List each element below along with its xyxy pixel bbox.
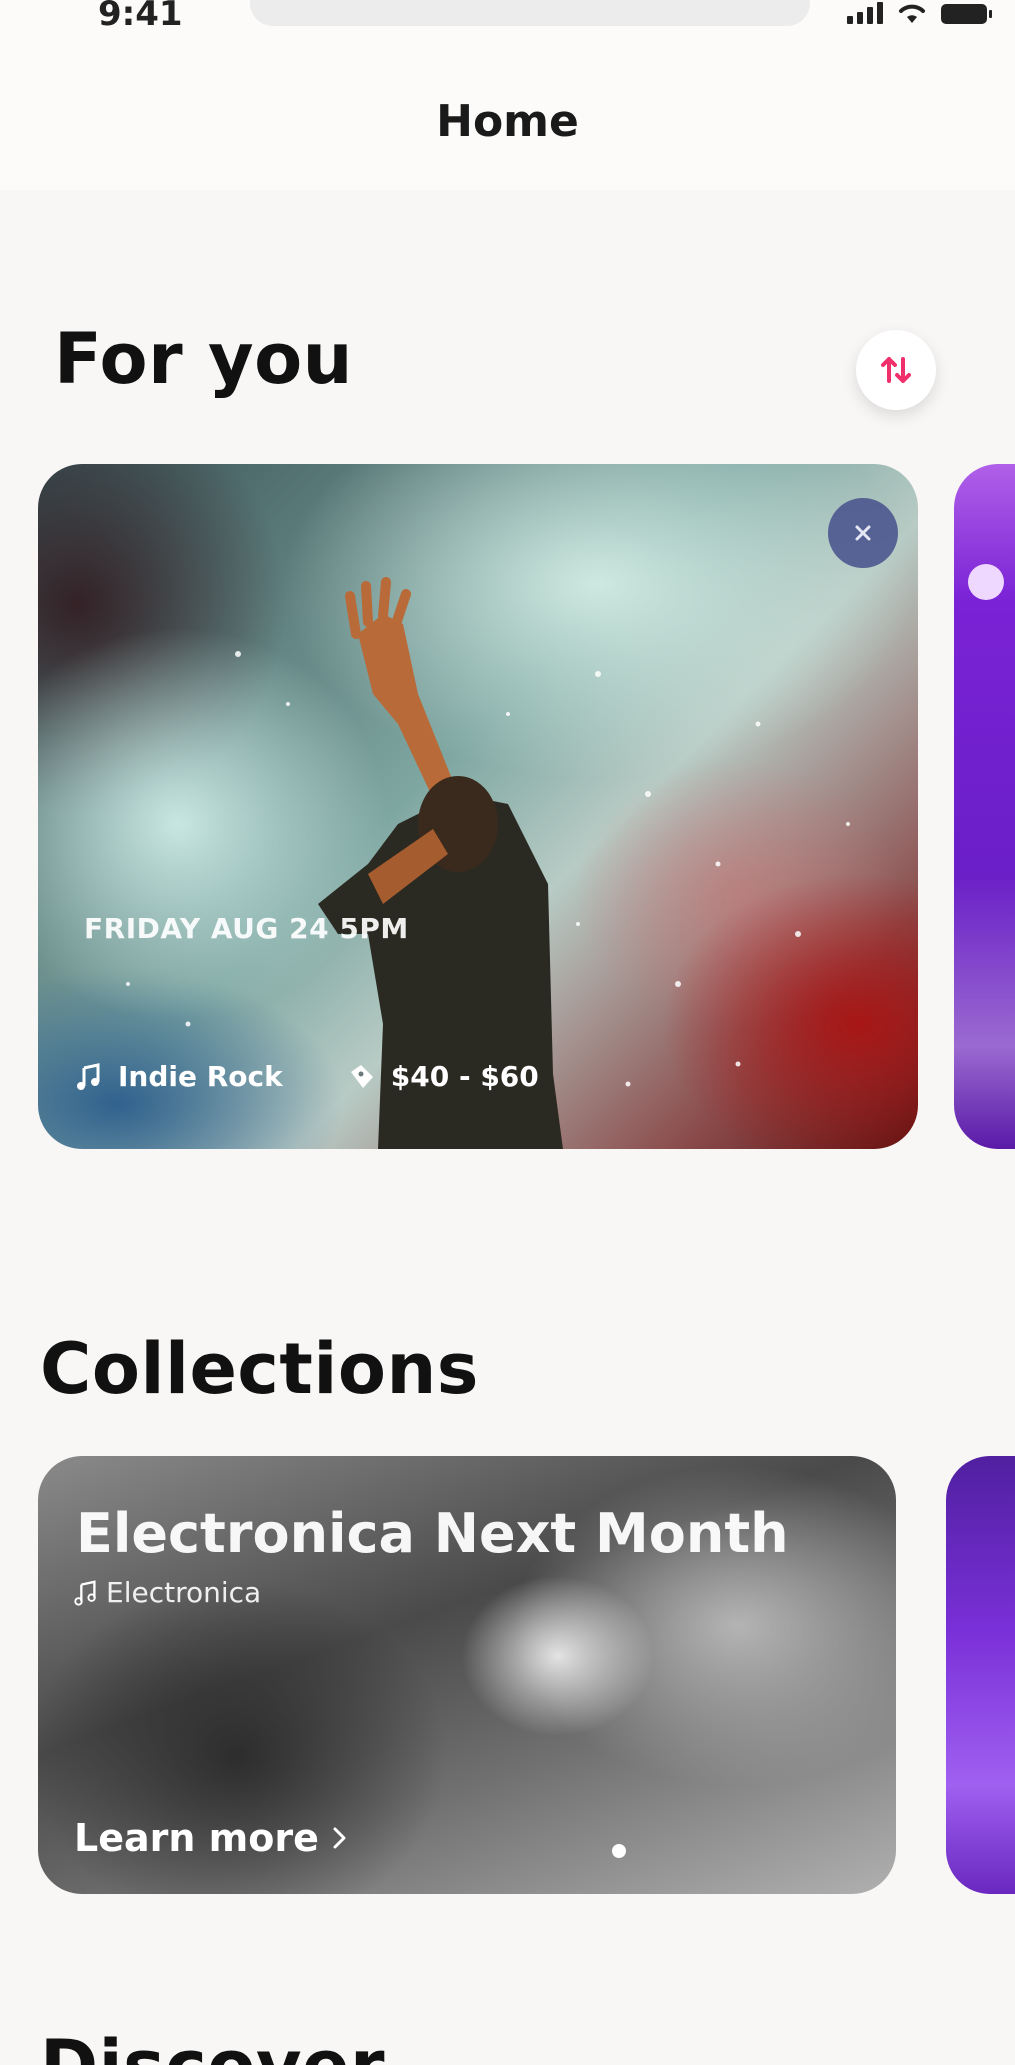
dismiss-card-button[interactable]: [828, 498, 898, 568]
navigation-bar: Home: [0, 40, 1015, 190]
collection-genre-row: Electronica: [72, 1576, 261, 1609]
music-note-icon: [74, 1579, 96, 1606]
sort-arrows-icon: [881, 357, 911, 383]
event-date: FRIDAY AUG 24 5PM: [84, 912, 409, 945]
learn-more-label: Learn more: [74, 1816, 319, 1860]
collections-heading: Collections: [40, 1328, 479, 1410]
learn-more-link[interactable]: Learn more: [74, 1816, 349, 1860]
next-collection-card[interactable]: [946, 1456, 1015, 1894]
music-note-icon: [77, 1062, 100, 1090]
performer-photo: [126, 577, 850, 1149]
page-title: Home: [436, 96, 579, 147]
next-event-card-indicator: [968, 564, 1004, 600]
status-bar: 9:41: [0, 0, 1015, 40]
battery-icon: [941, 4, 992, 24]
close-icon: [855, 525, 871, 541]
event-card[interactable]: FRIDAY AUG 24 5PM Indie Rock $40 - $60: [38, 464, 918, 1149]
dynamic-island: [250, 0, 810, 26]
sort-button[interactable]: [856, 330, 936, 410]
home-screen: 9:41 Home For you FRIDAY AUG 24 5PM Indi…: [0, 0, 1015, 2065]
event-price: $40 - $60: [390, 1060, 539, 1093]
carousel-indicator: [612, 1844, 626, 1858]
event-price-group: $40 - $60: [347, 1060, 539, 1093]
next-event-card[interactable]: [954, 464, 1015, 1149]
wifi-icon: [899, 4, 925, 23]
collection-card[interactable]: Electronica Next Month Electronica Learn…: [38, 1456, 896, 1894]
event-meta: Indie Rock $40 - $60: [74, 1060, 539, 1093]
status-time: 9:41: [98, 0, 183, 34]
collection-title: Electronica Next Month: [76, 1502, 789, 1565]
ticket-icon: [350, 1064, 373, 1088]
cellular-signal-icon: [847, 2, 883, 24]
status-icons: [847, 2, 992, 24]
for-you-heading: For you: [54, 318, 354, 400]
event-genre: Indie Rock: [118, 1060, 283, 1093]
discover-heading: Discover: [40, 2025, 385, 2065]
chevron-right-icon: [333, 1827, 346, 1849]
collection-genre: Electronica: [106, 1576, 262, 1609]
